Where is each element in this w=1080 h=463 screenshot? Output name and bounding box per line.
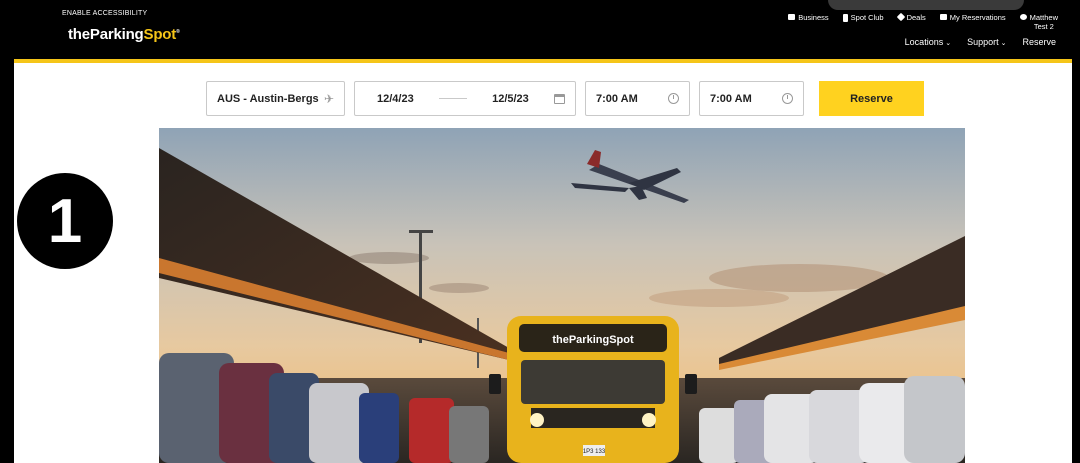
screen-notch	[828, 0, 1024, 10]
logo-text-part1: theParking	[68, 26, 144, 43]
nav-my-reservations[interactable]: My Reservations	[939, 13, 1006, 22]
license-plate: 1P3 133	[583, 449, 606, 455]
start-time-select[interactable]: 7:00 AM	[585, 81, 690, 116]
nav-deals[interactable]: Deals	[896, 12, 926, 22]
chevron-down-icon: ⌄	[945, 40, 952, 47]
calendar-icon	[553, 93, 565, 104]
user-name: Matthew Test 2	[1030, 13, 1058, 31]
top-nav: Business Spot Club Deals My Reservations…	[788, 12, 1058, 31]
end-time-value: 7:00 AM	[710, 92, 752, 105]
logo-text-part2: Spot	[143, 26, 177, 43]
site-header: ENABLE ACCESSIBILITY theParkingSpot® Bus…	[14, 4, 1072, 63]
user-icon	[1019, 14, 1027, 20]
end-date[interactable]: 12/5/23	[492, 93, 529, 105]
nav-spot-club-label: Spot Club	[850, 13, 884, 22]
nav-support-label: Support	[967, 37, 999, 47]
reservation-search-bar: AUS - Austin-Bergs ✈ 12/4/23 12/5/23 7:0…	[206, 81, 924, 116]
nav-spot-club[interactable]: Spot Club	[842, 13, 884, 22]
end-time-select[interactable]: 7:00 AM	[699, 81, 804, 116]
user-name-line2: Test 2	[1033, 22, 1054, 31]
step-number-badge: 1	[17, 173, 113, 269]
briefcase-icon	[788, 14, 796, 20]
site-logo[interactable]: theParkingSpot®	[68, 26, 180, 43]
nav-reserve[interactable]: Reserve	[1022, 37, 1056, 47]
screenshot-frame: ENABLE ACCESSIBILITY theParkingSpot® Bus…	[0, 0, 1080, 463]
nav-locations-label: Locations	[904, 37, 944, 47]
logo-registered-mark: ®	[176, 29, 180, 35]
sub-nav: Locations ⌄ Support ⌄ Reserve	[905, 37, 1056, 47]
airport-select[interactable]: AUS - Austin-Bergs ✈	[206, 81, 345, 116]
nav-deals-label: Deals	[906, 13, 926, 22]
clock-icon	[782, 93, 793, 104]
tag-icon	[896, 12, 905, 22]
nav-locations[interactable]: Locations ⌄	[905, 37, 951, 47]
clock-icon	[668, 93, 679, 104]
nav-user-account[interactable]: Matthew Test 2	[1019, 13, 1058, 31]
date-separator	[438, 98, 467, 99]
user-name-line1: Matthew	[1029, 13, 1058, 22]
chevron-down-icon: ⌄	[1000, 40, 1007, 47]
shuttle-sign: theParkingSpot	[552, 334, 634, 346]
hero-illustration: theParkingSpot 1P3 133	[159, 128, 965, 463]
nav-business[interactable]: Business	[788, 13, 829, 22]
calendar-icon	[939, 14, 947, 20]
enable-accessibility-link[interactable]: ENABLE ACCESSIBILITY	[62, 10, 147, 17]
nav-my-reservations-label: My Reservations	[949, 13, 1006, 22]
airport-value: AUS - Austin-Bergs	[217, 92, 319, 105]
hero-image: theParkingSpot 1P3 133	[159, 128, 965, 463]
main-content: AUS - Austin-Bergs ✈ 12/4/23 12/5/23 7:0…	[14, 63, 1072, 463]
nav-support[interactable]: Support ⌄	[967, 37, 1006, 47]
start-date[interactable]: 12/4/23	[377, 93, 414, 105]
shuttle-bus-graphic: theParkingSpot 1P3 133	[489, 316, 697, 463]
nav-business-label: Business	[798, 13, 829, 22]
airplane-icon: ✈	[323, 91, 334, 106]
start-time-value: 7:00 AM	[596, 92, 638, 105]
nav-reserve-label: Reserve	[1022, 37, 1056, 47]
date-range-picker[interactable]: 12/4/23 12/5/23	[354, 81, 576, 116]
reserve-button[interactable]: Reserve	[819, 81, 924, 116]
card-icon	[842, 14, 848, 22]
